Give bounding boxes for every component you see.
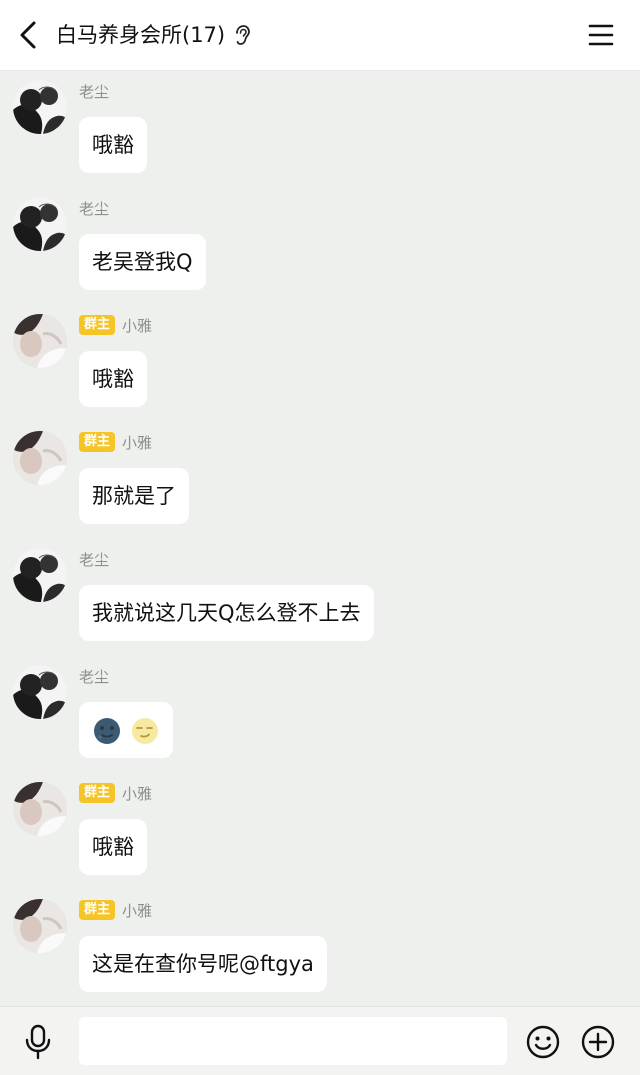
- input-bar: [0, 1006, 640, 1075]
- owner-badge: 群主: [79, 783, 116, 803]
- sender-line: 老尘: [79, 80, 109, 102]
- message-list: 老尘 哦豁 老尘 老吴登我Q 群主 小雅 哦豁 群主 小雅 那就是了 老尘 我就…: [0, 70, 640, 1006]
- avatar[interactable]: [13, 197, 67, 251]
- menu-button[interactable]: [584, 18, 618, 52]
- top-bar: 白马养身会所(17): [0, 0, 640, 71]
- avatar[interactable]: [13, 665, 67, 719]
- sender-line: 群主 小雅: [79, 314, 152, 336]
- sender-line: 老尘: [79, 665, 109, 687]
- manga-avatar-image: [13, 665, 67, 719]
- voice-button[interactable]: [22, 1024, 54, 1060]
- sender-name: 老尘: [79, 667, 110, 686]
- manga-avatar-image: [13, 548, 67, 602]
- ear-icon[interactable]: [232, 24, 252, 46]
- manga-avatar-image: [13, 197, 67, 251]
- microphone-icon: [25, 1024, 51, 1060]
- photo-avatar-image: [13, 782, 67, 836]
- message-item: 老尘: [0, 655, 640, 772]
- sender-line: 群主 小雅: [79, 899, 152, 921]
- avatar[interactable]: [13, 548, 67, 602]
- sender-name: 小雅: [122, 316, 153, 335]
- message-bubble[interactable]: 我就说这几天Q怎么登不上去: [79, 585, 374, 641]
- message-item: 群主 小雅 这是在查你号呢@ftgya: [0, 889, 640, 1006]
- emoji-button[interactable]: [525, 1024, 561, 1060]
- sender-name: 老尘: [79, 199, 110, 218]
- back-button[interactable]: [12, 17, 48, 53]
- message-bubble[interactable]: 哦豁: [79, 819, 147, 875]
- sender-name: 老尘: [79, 82, 110, 101]
- avatar[interactable]: [13, 431, 67, 485]
- back-arrow-icon: [20, 21, 36, 49]
- sender-name: 老尘: [79, 550, 110, 569]
- chat-title: 白马养身会所(17): [56, 23, 226, 47]
- sender-line: 群主 小雅: [79, 431, 152, 453]
- photo-avatar-image: [13, 314, 67, 368]
- emoji-message-bubble[interactable]: [79, 702, 173, 758]
- sender-name: 小雅: [122, 784, 153, 803]
- crescent-moon-face-icon: [131, 718, 158, 744]
- message-item: 老尘 老吴登我Q: [0, 187, 640, 304]
- message-input[interactable]: [79, 1017, 507, 1065]
- avatar[interactable]: [13, 782, 67, 836]
- sender-name: 小雅: [122, 433, 153, 452]
- sender-line: 老尘: [79, 197, 109, 219]
- message-bubble[interactable]: 那就是了: [79, 468, 189, 524]
- message-bubble[interactable]: 老吴登我Q: [79, 234, 206, 290]
- more-button[interactable]: [580, 1024, 616, 1060]
- photo-avatar-image: [13, 431, 67, 485]
- manga-avatar-image: [13, 80, 67, 134]
- avatar[interactable]: [13, 314, 67, 368]
- message-item: 老尘 哦豁: [0, 70, 640, 187]
- avatar[interactable]: [13, 80, 67, 134]
- new-moon-face-icon: [94, 718, 120, 744]
- sender-line: 老尘: [79, 548, 109, 570]
- owner-badge: 群主: [79, 432, 116, 452]
- message-item: 老尘 我就说这几天Q怎么登不上去: [0, 538, 640, 655]
- owner-badge: 群主: [79, 900, 116, 920]
- message-item: 群主 小雅 哦豁: [0, 304, 640, 421]
- avatar[interactable]: [13, 899, 67, 953]
- message-bubble[interactable]: 这是在查你号呢@ftgya: [79, 936, 327, 992]
- photo-avatar-image: [13, 899, 67, 953]
- sender-name: 小雅: [122, 901, 153, 920]
- message-bubble[interactable]: 哦豁: [79, 117, 147, 173]
- plus-icon: [581, 1025, 615, 1059]
- sender-line: 群主 小雅: [79, 782, 152, 804]
- message-item: 群主 小雅 哦豁: [0, 772, 640, 889]
- owner-badge: 群主: [79, 315, 116, 335]
- message-item: 群主 小雅 那就是了: [0, 421, 640, 538]
- message-bubble[interactable]: 哦豁: [79, 351, 147, 407]
- menu-icon: [588, 24, 614, 46]
- emoji-icon: [526, 1025, 560, 1059]
